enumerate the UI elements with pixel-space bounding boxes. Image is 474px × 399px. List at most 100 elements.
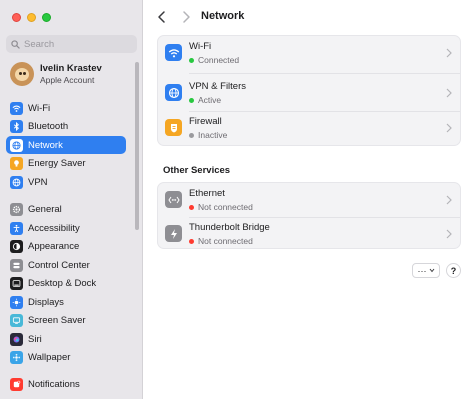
sidebar-item-label: Notifications bbox=[28, 378, 80, 390]
chevron-right-icon bbox=[446, 123, 452, 133]
wifi-icon bbox=[165, 44, 182, 61]
sidebar-item-label: Siri bbox=[28, 333, 42, 345]
service-status: Not connected bbox=[189, 202, 253, 212]
sidebar-item-general[interactable]: General bbox=[6, 200, 126, 218]
service-status-text: Inactive bbox=[198, 130, 228, 140]
wifi-icon bbox=[10, 101, 23, 115]
sidebar-item-bluetooth[interactable]: Bluetooth bbox=[6, 117, 126, 135]
sidebar-item-label: Bluetooth bbox=[28, 120, 69, 132]
page-title: Network bbox=[201, 10, 245, 22]
service-row-vpn-filters[interactable]: VPN & Filters Active bbox=[158, 76, 460, 111]
service-row-thunderbolt-bridge[interactable]: Thunderbolt Bridge Not connected bbox=[158, 217, 460, 252]
thunderbolt-icon bbox=[165, 225, 182, 242]
chevron-right-icon bbox=[446, 195, 452, 205]
section-title-other-services: Other Services bbox=[163, 165, 231, 176]
service-status: Not connected bbox=[189, 236, 253, 246]
service-status: Inactive bbox=[189, 130, 227, 140]
service-name: VPN & Filters bbox=[189, 81, 247, 92]
siri-icon bbox=[10, 332, 23, 346]
status-dot-icon bbox=[189, 238, 194, 244]
forward-chevron-icon[interactable] bbox=[179, 9, 193, 25]
screen-saver-icon bbox=[10, 313, 23, 327]
sidebar-item-label: Displays bbox=[28, 296, 64, 308]
accessibility-icon bbox=[10, 221, 23, 235]
service-status-text: Not connected bbox=[198, 202, 253, 212]
more-actions-label: ··· bbox=[417, 265, 427, 276]
ethernet-icon bbox=[165, 191, 182, 208]
sidebar-scrollbar[interactable] bbox=[135, 62, 139, 230]
bell-icon bbox=[10, 377, 23, 391]
sidebar-item-appearance[interactable]: Appearance bbox=[6, 237, 126, 255]
sidebar-item-label: General bbox=[28, 203, 62, 215]
chevron-down-icon bbox=[429, 268, 434, 273]
sidebar-item-label: Accessibility bbox=[28, 222, 80, 234]
control-center-icon bbox=[10, 258, 23, 272]
other-services-group: Ethernet Not connected Thunderbolt Bridg… bbox=[157, 182, 461, 249]
chevron-right-icon bbox=[446, 48, 452, 58]
vpn-globe-icon bbox=[10, 175, 23, 189]
window-controls bbox=[12, 13, 51, 22]
service-name: Ethernet bbox=[189, 188, 225, 199]
wallpaper-icon bbox=[10, 350, 23, 364]
more-actions-button[interactable]: ··· bbox=[412, 263, 440, 278]
close-window-button[interactable] bbox=[12, 13, 21, 22]
gear-icon bbox=[10, 202, 23, 216]
account-name: Ivelin Krastev bbox=[40, 63, 102, 74]
service-name: Wi-Fi bbox=[189, 41, 212, 52]
sidebar-item-notifications[interactable]: Notifications bbox=[6, 375, 126, 393]
back-chevron-icon[interactable] bbox=[155, 9, 169, 25]
service-row-wifi[interactable]: Wi-Fi Connected bbox=[158, 36, 460, 71]
sidebar-item-label: Screen Saver bbox=[28, 314, 86, 326]
sidebar-item-label: Network bbox=[28, 139, 63, 151]
service-row-ethernet[interactable]: Ethernet Not connected bbox=[158, 183, 460, 218]
status-dot-icon bbox=[189, 132, 194, 138]
status-dot-icon bbox=[189, 57, 194, 63]
apple-account[interactable]: Ivelin Krastev Apple Account bbox=[10, 62, 102, 86]
search-input[interactable] bbox=[24, 38, 124, 50]
sidebar: Ivelin Krastev Apple Account Wi-Fi Bluet… bbox=[0, 0, 143, 399]
globe-icon bbox=[10, 138, 23, 152]
sidebar-item-displays[interactable]: Displays bbox=[6, 293, 126, 311]
appearance-icon bbox=[10, 239, 23, 253]
sidebar-item-label: Energy Saver bbox=[28, 157, 86, 169]
sidebar-item-label: VPN bbox=[28, 176, 48, 188]
service-name: Firewall bbox=[189, 116, 222, 127]
status-dot-icon bbox=[189, 97, 194, 103]
zoom-window-button[interactable] bbox=[42, 13, 51, 22]
sidebar-item-desktop-dock[interactable]: Desktop & Dock bbox=[6, 274, 126, 292]
sidebar-item-vpn[interactable]: VPN bbox=[6, 173, 126, 191]
service-status-text: Not connected bbox=[198, 236, 253, 246]
network-services-group: Wi-Fi Connected VPN & Filters Active Fir… bbox=[157, 35, 461, 146]
divider bbox=[189, 73, 460, 74]
chevron-right-icon bbox=[446, 88, 452, 98]
toolbar: Network bbox=[143, 0, 474, 34]
minimize-window-button[interactable] bbox=[27, 13, 36, 22]
service-status: Connected bbox=[189, 55, 239, 65]
sidebar-item-label: Wi-Fi bbox=[28, 102, 51, 114]
sidebar-item-label: Wallpaper bbox=[28, 351, 71, 363]
sidebar-item-wifi[interactable]: Wi-Fi bbox=[6, 99, 126, 117]
sidebar-item-label: Control Center bbox=[28, 259, 90, 271]
sidebar-item-label: Desktop & Dock bbox=[28, 277, 97, 289]
avatar bbox=[10, 62, 34, 86]
sidebar-item-accessibility[interactable]: Accessibility bbox=[6, 219, 126, 237]
search-field[interactable] bbox=[6, 35, 137, 53]
sidebar-item-control-center[interactable]: Control Center bbox=[6, 256, 126, 274]
sidebar-item-wallpaper[interactable]: Wallpaper bbox=[6, 348, 126, 366]
bulb-icon bbox=[10, 156, 23, 170]
service-row-firewall[interactable]: Firewall Inactive bbox=[158, 111, 460, 146]
help-button[interactable]: ? bbox=[446, 263, 461, 278]
display-icon bbox=[10, 295, 23, 309]
sidebar-item-network[interactable]: Network bbox=[6, 136, 126, 154]
sidebar-item-siri[interactable]: Siri bbox=[6, 330, 126, 348]
vpn-globe-icon bbox=[165, 84, 182, 101]
account-subtitle: Apple Account bbox=[40, 75, 95, 85]
dock-icon bbox=[10, 276, 23, 290]
sidebar-item-energy-saver[interactable]: Energy Saver bbox=[6, 154, 126, 172]
chevron-right-icon bbox=[446, 229, 452, 239]
service-name: Thunderbolt Bridge bbox=[189, 222, 270, 233]
sidebar-item-screen-saver[interactable]: Screen Saver bbox=[6, 311, 126, 329]
service-status-text: Active bbox=[198, 95, 222, 105]
sidebar-item-label: Appearance bbox=[28, 240, 80, 252]
firewall-icon bbox=[165, 119, 182, 136]
